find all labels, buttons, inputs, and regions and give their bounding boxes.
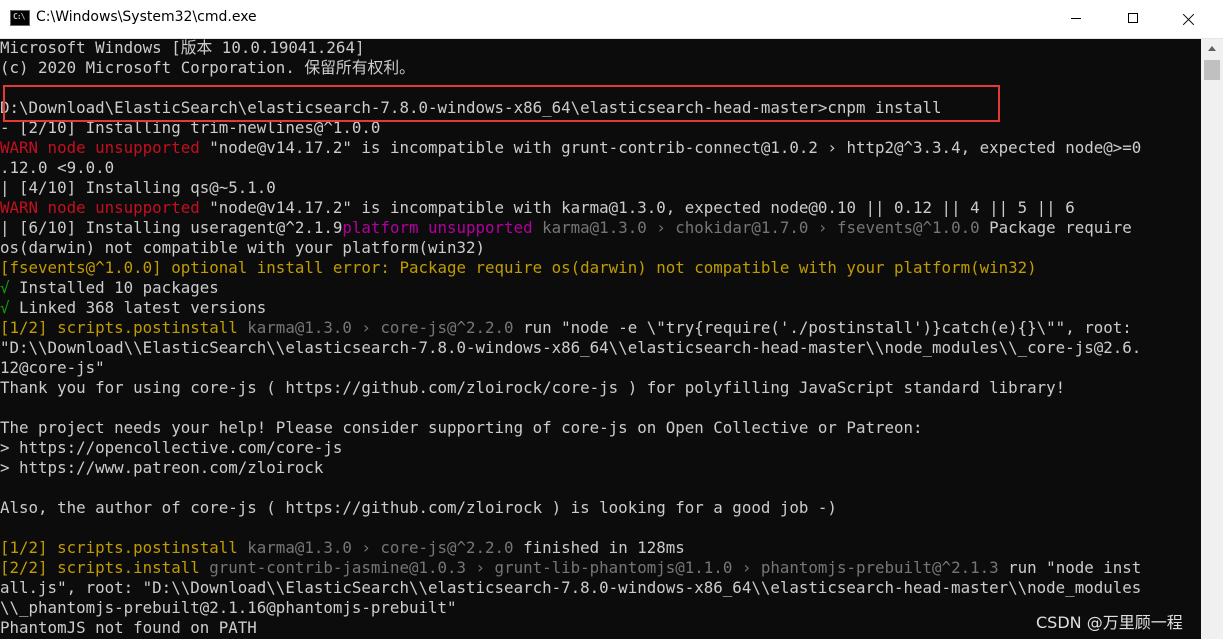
console-text-segment: √ bbox=[0, 278, 10, 297]
console-line: [fsevents@^1.0.0] optional install error… bbox=[0, 258, 1037, 278]
title-bar[interactable]: C:\ C:\Windows\System32\cmd.exe bbox=[0, 0, 1223, 39]
console-line: Thank you for using core-js ( https://gi… bbox=[0, 378, 1065, 398]
console-line: [1/2] scripts.postinstall karma@1.3.0 › … bbox=[0, 318, 1132, 338]
console-output[interactable]: Microsoft Windows [版本 10.0.19041.264] (c)… bbox=[0, 39, 1201, 639]
command-highlight-box bbox=[3, 85, 1000, 122]
console-text-segment: [1/2] scripts.postinstall bbox=[0, 538, 238, 557]
console-text-segment: os(darwin) not compatible with your plat… bbox=[0, 238, 486, 257]
scroll-up-arrow-icon[interactable] bbox=[1201, 39, 1223, 57]
console-line: √ Linked 368 latest versions bbox=[0, 298, 266, 318]
console-text-segment: Microsoft Windows [版本 10.0.19041.264] bbox=[0, 39, 365, 57]
console-text-segment: | [6/10] Installing useragent@^2.1.9 bbox=[0, 218, 343, 237]
console-text-segment: \\_phantomjs-prebuilt@2.1.16@phantomjs-p… bbox=[0, 598, 457, 617]
console-line: | [4/10] Installing qs@~5.1.0 bbox=[0, 178, 276, 198]
close-button[interactable] bbox=[1161, 0, 1217, 38]
console-text-segment: Package require bbox=[979, 218, 1132, 237]
cmd-window: C:\ C:\Windows\System32\cmd.exe Microsof… bbox=[0, 0, 1223, 639]
watermark: CSDN @万里顾一程 bbox=[1036, 613, 1183, 632]
console-line: Microsoft Windows [版本 10.0.19041.264] bbox=[0, 39, 364, 58]
console-line: WARN node unsupported "node@v14.17.2" is… bbox=[0, 138, 1141, 158]
console-line: os(darwin) not compatible with your plat… bbox=[0, 238, 485, 258]
console-text-segment: "node@v14.17.2" is incompatible with gru… bbox=[199, 138, 1142, 157]
console-line: Also, the author of core-js ( https://gi… bbox=[0, 498, 837, 518]
console-text-segment: WARN node unsupported bbox=[0, 198, 200, 217]
console-text-segment: Thank you for using core-js ( https://gi… bbox=[0, 378, 1066, 397]
console-text-segment: "D:\\Download\\ElasticSearch\\elasticsea… bbox=[0, 338, 1142, 357]
console-text-segment: "node@v14.17.2" is incompatible with kar… bbox=[199, 198, 1075, 217]
console-line: PhantomJS not found on PATH bbox=[0, 618, 257, 638]
maximize-button[interactable] bbox=[1105, 0, 1161, 38]
minimize-icon bbox=[1071, 18, 1081, 19]
console-text-segment: > https://www.patreon.com/zloirock bbox=[0, 458, 324, 477]
console-line: The project needs your help! Please cons… bbox=[0, 418, 923, 438]
console-text-segment: run "node -e \"try{require('./postinstal… bbox=[513, 318, 1132, 337]
console-line: \\_phantomjs-prebuilt@2.1.16@phantomjs-p… bbox=[0, 598, 457, 618]
close-icon bbox=[1183, 13, 1195, 25]
console-text-segment: √ bbox=[0, 298, 10, 317]
console-line: > https://www.patreon.com/zloirock bbox=[0, 458, 323, 478]
console-text-segment: platform unsupported bbox=[342, 218, 533, 237]
console-text-segment: The project needs your help! Please cons… bbox=[0, 418, 923, 437]
console-text-segment: karma@1.3.0 › core-js@^2.2.0 bbox=[237, 318, 514, 337]
console-text-segment: 12@core-js" bbox=[0, 358, 105, 377]
console-line: [1/2] scripts.postinstall karma@1.3.0 › … bbox=[0, 538, 685, 558]
console-text-segment: | [4/10] Installing qs@~5.1.0 bbox=[0, 178, 276, 197]
console-line: .12.0 <9.0.0 bbox=[0, 158, 114, 178]
console-line: √ Installed 10 packages bbox=[0, 278, 219, 298]
scroll-thumb[interactable] bbox=[1204, 60, 1220, 80]
console-text-segment: [fsevents@^1.0.0] optional install error… bbox=[0, 258, 1037, 277]
console-text-segment: .12.0 <9.0.0 bbox=[0, 158, 115, 177]
minimize-button[interactable] bbox=[1049, 0, 1105, 38]
console-text-segment: karma@1.3.0 › core-js@^2.2.0 bbox=[237, 538, 514, 557]
console-text-segment: [1/2] scripts.postinstall bbox=[0, 318, 238, 337]
console-text-segment: [2/2] scripts.install bbox=[0, 558, 200, 577]
cmd-icon: C:\ bbox=[10, 10, 30, 26]
console-line: (c) 2020 Microsoft Corporation. 保留所有权利。 bbox=[0, 58, 415, 78]
console-line: "D:\\Download\\ElasticSearch\\elasticsea… bbox=[0, 338, 1141, 358]
console-line: 12@core-js" bbox=[0, 358, 105, 378]
console-line: all.js", root: "D:\\Download\\ElasticSea… bbox=[0, 578, 1141, 598]
window-title: C:\Windows\System32\cmd.exe bbox=[36, 9, 257, 25]
console-text-segment: Also, the author of core-js ( https://gi… bbox=[0, 498, 837, 517]
maximize-icon bbox=[1128, 13, 1138, 23]
console-text-segment: all.js", root: "D:\\Download\\ElasticSea… bbox=[0, 578, 1142, 597]
console-text-segment: karma@1.3.0 › chokidar@1.7.0 › fsevents@… bbox=[532, 218, 980, 237]
console-text-segment: Installed 10 packages bbox=[9, 278, 219, 297]
console-text-segment: grunt-contrib-jasmine@1.0.3 › grunt-lib-… bbox=[199, 558, 999, 577]
console-text-segment: finished in 128ms bbox=[513, 538, 685, 557]
console-line: WARN node unsupported "node@v14.17.2" is… bbox=[0, 198, 1075, 218]
console-text-segment: PhantomJS not found on PATH bbox=[0, 618, 257, 637]
vertical-scrollbar[interactable] bbox=[1201, 39, 1223, 639]
console-line: > https://opencollective.com/core-js bbox=[0, 438, 342, 458]
console-text-segment: Linked 368 latest versions bbox=[9, 298, 267, 317]
console-line: [2/2] scripts.install grunt-contrib-jasm… bbox=[0, 558, 1141, 578]
console-text-segment: (c) 2020 Microsoft Corporation. 保留所有权利。 bbox=[0, 58, 415, 77]
console-line: | [6/10] Installing useragent@^2.1.9plat… bbox=[0, 218, 1132, 238]
cmd-icon-text: C:\ bbox=[13, 12, 25, 21]
console-text-segment: WARN node unsupported bbox=[0, 138, 200, 157]
console-text-segment: > https://opencollective.com/core-js bbox=[0, 438, 343, 457]
console-text-segment: run "node inst bbox=[998, 558, 1142, 577]
